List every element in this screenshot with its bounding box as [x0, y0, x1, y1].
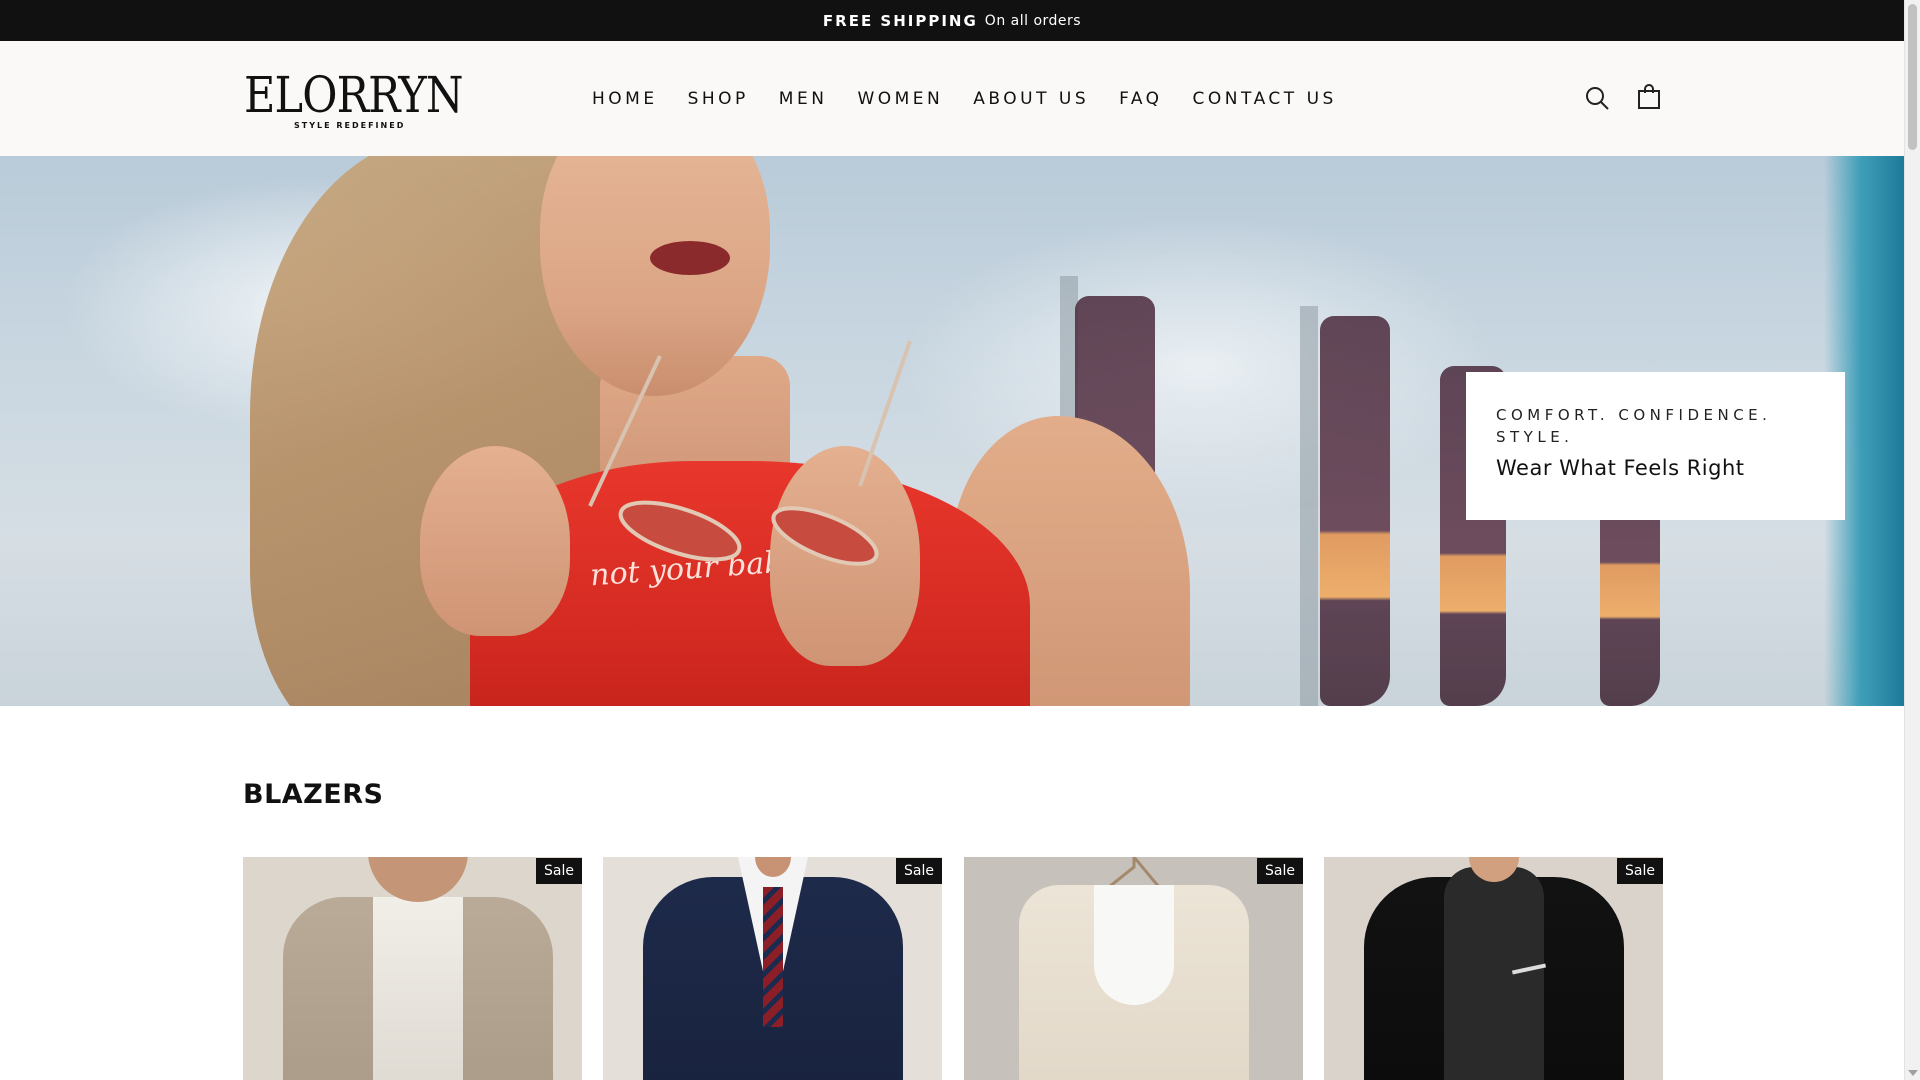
announcement-text: On all orders	[984, 12, 1082, 29]
page-scrollbar[interactable]	[1904, 0, 1920, 1080]
hero-text-card: COMFORT. CONFIDENCE. STYLE. Wear What Fe…	[1466, 372, 1845, 520]
sale-badge: Sale	[1257, 858, 1303, 884]
announcement-strong: FREE SHIPPING	[822, 11, 978, 30]
model-lips	[650, 241, 730, 275]
main-nav: HOME SHOP MEN WOMEN ABOUT US FAQ CONTACT…	[592, 41, 1367, 156]
hero-eyebrow-line2: STYLE.	[1496, 428, 1574, 446]
nav-contact-us[interactable]: CONTACT US	[1193, 89, 1337, 109]
cart-button[interactable]	[1636, 84, 1662, 110]
page: FREE SHIPPING On all orders ELORRYN STYL…	[0, 0, 1904, 1080]
product-card[interactable]: Sale	[1324, 857, 1663, 1080]
sale-badge: Sale	[536, 858, 582, 884]
nav-shop[interactable]: SHOP	[688, 89, 749, 109]
sale-badge: Sale	[1617, 858, 1663, 884]
scrollbar-thumb[interactable]	[1908, 4, 1917, 150]
nav-women[interactable]: WOMEN	[857, 89, 943, 109]
hero-headline: Wear What Feels Right	[1496, 456, 1745, 480]
brand-name: ELORRYN	[244, 66, 463, 124]
model-hand-left	[420, 446, 570, 636]
product-grid: Sale Sale Sale Sale	[243, 857, 1663, 1080]
search-icon	[1586, 87, 1609, 110]
scroll-down-arrow[interactable]	[1908, 1070, 1918, 1076]
banner-flag	[1320, 316, 1390, 706]
sunglasses	[588, 340, 912, 566]
product-card[interactable]: Sale	[243, 857, 582, 1080]
search-button[interactable]	[1584, 85, 1610, 111]
nav-men[interactable]: MEN	[779, 89, 828, 109]
hero-eyebrow-line1: COMFORT. CONFIDENCE.	[1496, 406, 1772, 424]
product-card[interactable]: Sale	[964, 857, 1303, 1080]
shopping-bag-icon	[1638, 84, 1660, 109]
brand-logo[interactable]: ELORRYN STYLE REDEFINED	[244, 66, 463, 131]
sale-badge: Sale	[896, 858, 942, 884]
flag-pole	[1300, 306, 1318, 706]
section-title: BLAZERS	[243, 779, 384, 810]
product-card[interactable]: Sale	[603, 857, 942, 1080]
announcement-bar: FREE SHIPPING On all orders	[0, 0, 1904, 41]
nav-home[interactable]: HOME	[592, 89, 658, 109]
site-header: ELORRYN STYLE REDEFINED HOME SHOP MEN WO…	[0, 41, 1904, 156]
hero-eyebrow: COMFORT. CONFIDENCE. STYLE.	[1496, 404, 1817, 448]
brand-tagline: STYLE REDEFINED	[294, 121, 406, 130]
nav-about-us[interactable]: ABOUT US	[973, 89, 1089, 109]
nav-faq[interactable]: FAQ	[1119, 89, 1162, 109]
hero-banner[interactable]: not your baby COMFORT. CONFIDENCE. STYLE…	[0, 156, 1904, 706]
